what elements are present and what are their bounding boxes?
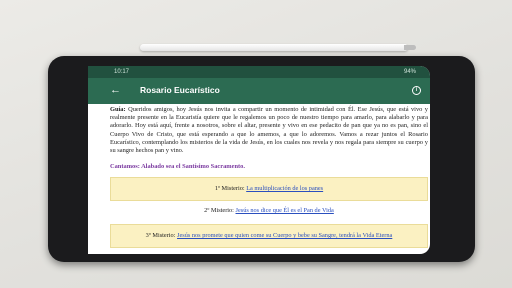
guide-label: Guía: [110, 106, 126, 113]
rosary-content: Guía: Queridos amigos, hoy Jesús nos inv… [110, 106, 428, 249]
guide-paragraph: Guía: Queridos amigos, hoy Jesús nos inv… [110, 106, 428, 155]
cantamos-text: Cantamos: Alabado sea el Santísimo Sacra… [110, 163, 245, 171]
mystery-item-1[interactable]: 1º Misterio: La multiplicación de los pa… [110, 177, 428, 202]
mystery-link[interactable]: Jesús nos dice que Él es el Pan de Vida [236, 207, 334, 214]
mystery-item-3[interactable]: 3º Misterio: Jesús nos promete que quien… [110, 224, 428, 249]
mystery-number: 2º Misterio: [204, 207, 234, 215]
mystery-item-2[interactable]: 2º Misterio: Jesús nos dice que Él es el… [110, 201, 428, 221]
app-title: Rosario Eucarístico [140, 85, 220, 95]
arrow-back-icon[interactable]: ← [110, 84, 121, 96]
tablet-nav-bar [48, 56, 88, 262]
status-battery: 94% [403, 69, 416, 75]
mystery-number: 3º Misterio: [145, 232, 176, 240]
stylus-pencil [140, 44, 408, 51]
status-time: 10:17 [114, 69, 130, 75]
status-bar: 10:17 94% [88, 66, 430, 78]
stylus-tip [404, 45, 416, 50]
info-icon[interactable]: i [412, 86, 421, 95]
app-bar: ← Rosario Eucarístico i [88, 78, 430, 104]
mystery-number: 1º Misterio: [214, 185, 245, 193]
mystery-list: 1º Misterio: La multiplicación de los pa… [110, 177, 428, 249]
guide-text: Queridos amigos, hoy Jesús nos invita a … [110, 106, 428, 155]
mystery-link[interactable]: Jesús nos promete que quien come su Cuer… [177, 232, 392, 239]
mystery-link[interactable]: La multiplicación de los panes [246, 185, 323, 192]
app-screen: 10:17 94% ← Rosario Eucarístico i Guía: … [88, 66, 430, 254]
